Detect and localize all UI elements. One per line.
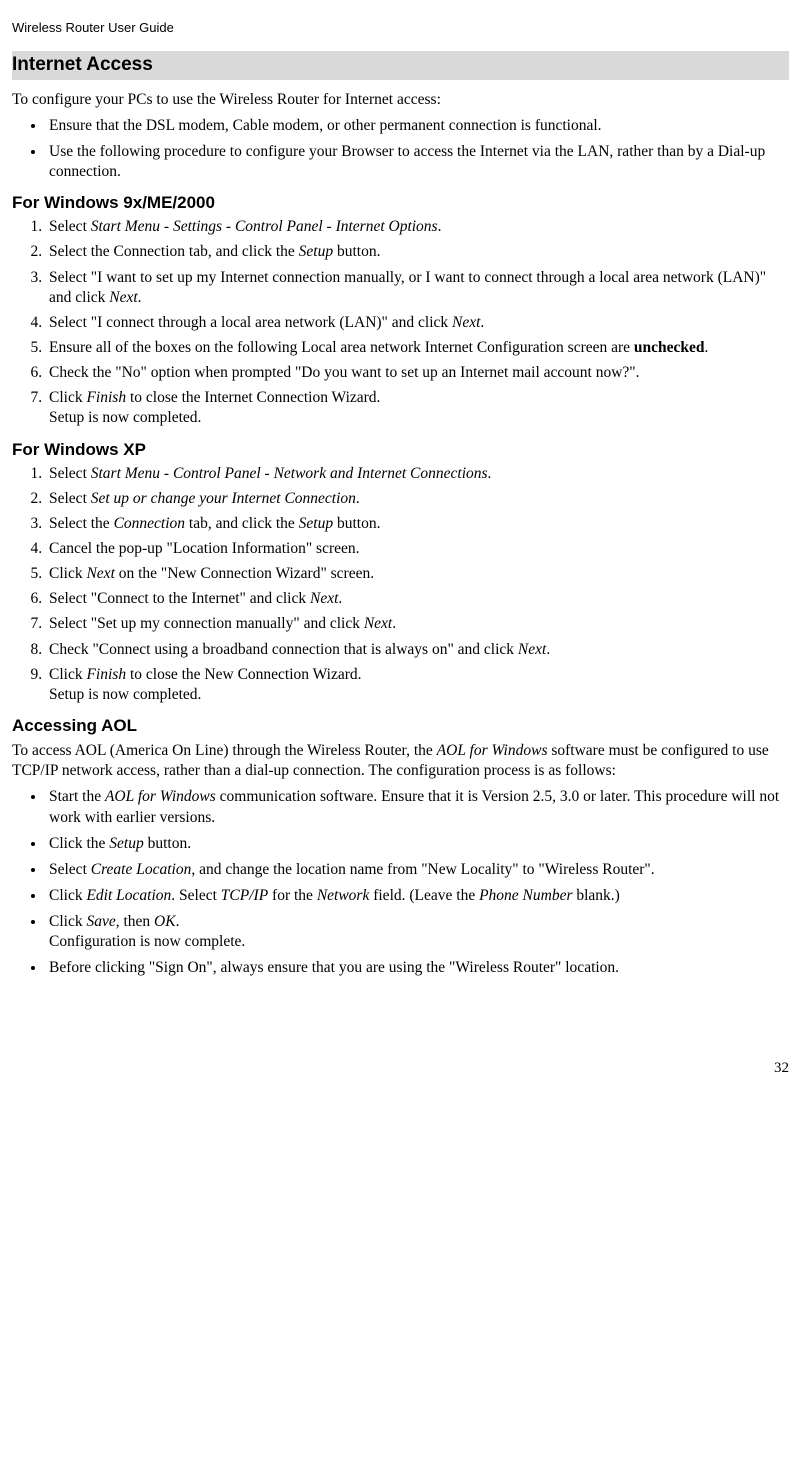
intro-bullets: Ensure that the DSL modem, Cable modem, … [12,116,789,182]
list-item: Check the "No" option when prompted "Do … [46,363,789,383]
list-item: Check "Connect using a broadband connect… [46,640,789,660]
list-item: Select "Set up my connection manually" a… [46,614,789,634]
list-item: Select "Connect to the Internet" and cli… [46,589,789,609]
section-heading-internet-access: Internet Access [12,51,789,80]
list-item: Ensure that the DSL modem, Cable modem, … [46,116,789,136]
list-item: Click the Setup button. [46,834,789,854]
list-item: Click Next on the "New Connection Wizard… [46,564,789,584]
page-header: Wireless Router User Guide [12,20,789,37]
list-item: Select Start Menu - Control Panel - Netw… [46,464,789,484]
list-item: Start the AOL for Windows communication … [46,787,789,827]
page-number: 32 [12,1059,789,1079]
winxp-steps: Select Start Menu - Control Panel - Netw… [12,464,789,705]
list-item: Use the following procedure to configure… [46,142,789,182]
list-item: Select the Connection tab, and click the… [46,514,789,534]
subheading-win9x: For Windows 9x/ME/2000 [12,192,789,214]
intro-paragraph: To configure your PCs to use the Wireles… [12,90,789,110]
list-item: Select Set up or change your Internet Co… [46,489,789,509]
list-item: Select Create Location, and change the l… [46,860,789,880]
subheading-aol: Accessing AOL [12,715,789,737]
subheading-winxp: For Windows XP [12,439,789,461]
list-item: Click Finish to close the Internet Conne… [46,388,789,428]
list-item: Cancel the pop-up "Location Information"… [46,539,789,559]
list-item: Before clicking "Sign On", always ensure… [46,958,789,978]
list-item: Click Save, then OK.Configuration is now… [46,912,789,952]
win9x-steps: Select Start Menu - Settings - Control P… [12,217,789,428]
list-item: Click Edit Location. Select TCP/IP for t… [46,886,789,906]
aol-paragraph: To access AOL (America On Line) through … [12,741,789,781]
list-item: Select the Connection tab, and click the… [46,242,789,262]
list-item: Select "I want to set up my Internet con… [46,268,789,308]
list-item: Select Start Menu - Settings - Control P… [46,217,789,237]
aol-bullets: Start the AOL for Windows communication … [12,787,789,978]
list-item: Select "I connect through a local area n… [46,313,789,333]
list-item: Ensure all of the boxes on the following… [46,338,789,358]
list-item: Click Finish to close the New Connection… [46,665,789,705]
